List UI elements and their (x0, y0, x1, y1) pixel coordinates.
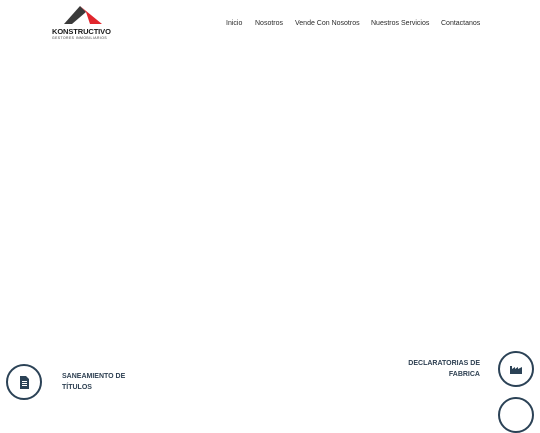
site-header: KONSTRUCTIVO GESTORES INMOBILIARIOS Inic… (0, 0, 540, 48)
brand-tagline: GESTORES INMOBILIARIOS (52, 36, 108, 40)
nav-item-vende-con-nosotros[interactable]: Vende Con Nosotros (295, 20, 360, 27)
service-document-button[interactable] (6, 364, 42, 400)
document-icon (19, 375, 29, 389)
service-label-declaratorias: DECLARATORIAS DE FABRICA (408, 360, 480, 378)
main-nav: Inicio Nosotros Vende Con Nosotros Nuest… (0, 20, 540, 32)
nav-item-inicio[interactable]: Inicio (226, 20, 242, 27)
nav-item-nosotros[interactable]: Nosotros (255, 20, 283, 27)
nav-item-contactanos[interactable]: Contactanos (441, 20, 480, 27)
nav-item-nuestros-servicios[interactable]: Nuestros Servicios (371, 20, 429, 27)
factory-icon (510, 366, 522, 374)
service-label-saneamiento: SANEAMIENTO DE TÍTULOS (62, 373, 126, 391)
service-factory-button[interactable] (498, 351, 534, 387)
service-next-button[interactable] (498, 397, 534, 433)
